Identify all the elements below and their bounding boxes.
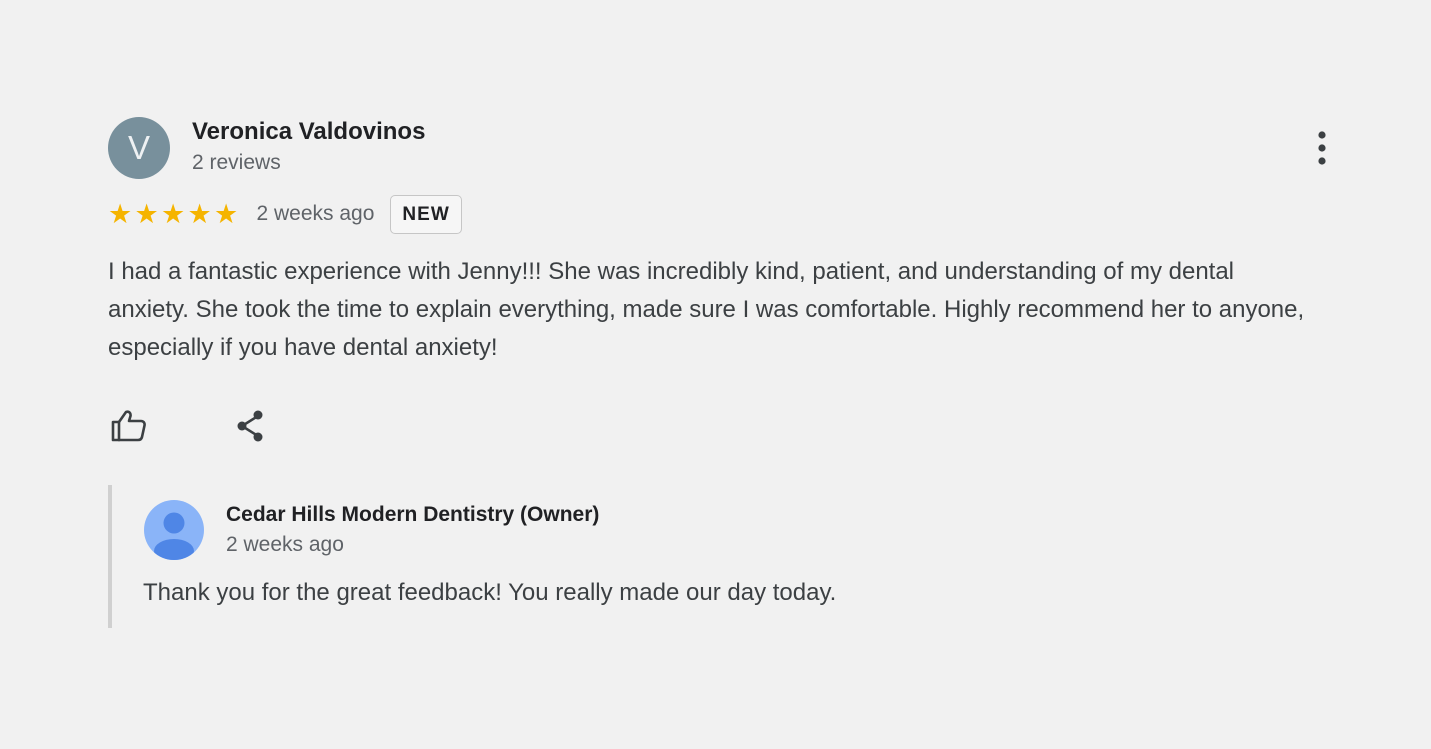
person-avatar-icon bbox=[144, 500, 204, 560]
more-options-button[interactable] bbox=[1308, 131, 1336, 167]
star-icon: ★ bbox=[134, 198, 159, 229]
share-icon bbox=[237, 410, 263, 442]
share-button[interactable] bbox=[230, 406, 270, 446]
owner-avatar[interactable] bbox=[144, 500, 204, 560]
star-icon: ★ bbox=[161, 198, 186, 229]
new-badge: NEW bbox=[390, 194, 462, 234]
reviewer-avatar[interactable]: V bbox=[108, 117, 170, 179]
owner-response-text: Thank you for the great feedback! You re… bbox=[143, 579, 837, 606]
star-icon: ★ bbox=[108, 198, 133, 229]
owner-response-time: 2 weeks ago bbox=[226, 533, 344, 556]
reviewer-name[interactable]: Veronica Valdovinos bbox=[192, 118, 425, 146]
reviewer-review-count[interactable]: 2 reviews bbox=[192, 151, 281, 175]
owner-name: Cedar Hills Modern Dentistry (Owner) bbox=[226, 503, 600, 526]
more-vertical-icon bbox=[1318, 131, 1326, 165]
review-text: I had a fantastic experience with Jenny!… bbox=[108, 258, 1305, 361]
star-icon: ★ bbox=[187, 198, 212, 229]
thumbs-up-icon bbox=[111, 410, 146, 442]
rating-row: ★ ★ ★ ★ ★ 2 weeks ago NEW bbox=[108, 193, 462, 235]
star-icon: ★ bbox=[214, 198, 239, 229]
star-rating: ★ ★ ★ ★ ★ bbox=[108, 198, 241, 229]
owner-response: Cedar Hills Modern Dentistry (Owner) 2 w… bbox=[108, 485, 1212, 628]
review-time: 2 weeks ago bbox=[256, 202, 375, 225]
like-button[interactable] bbox=[108, 406, 148, 446]
